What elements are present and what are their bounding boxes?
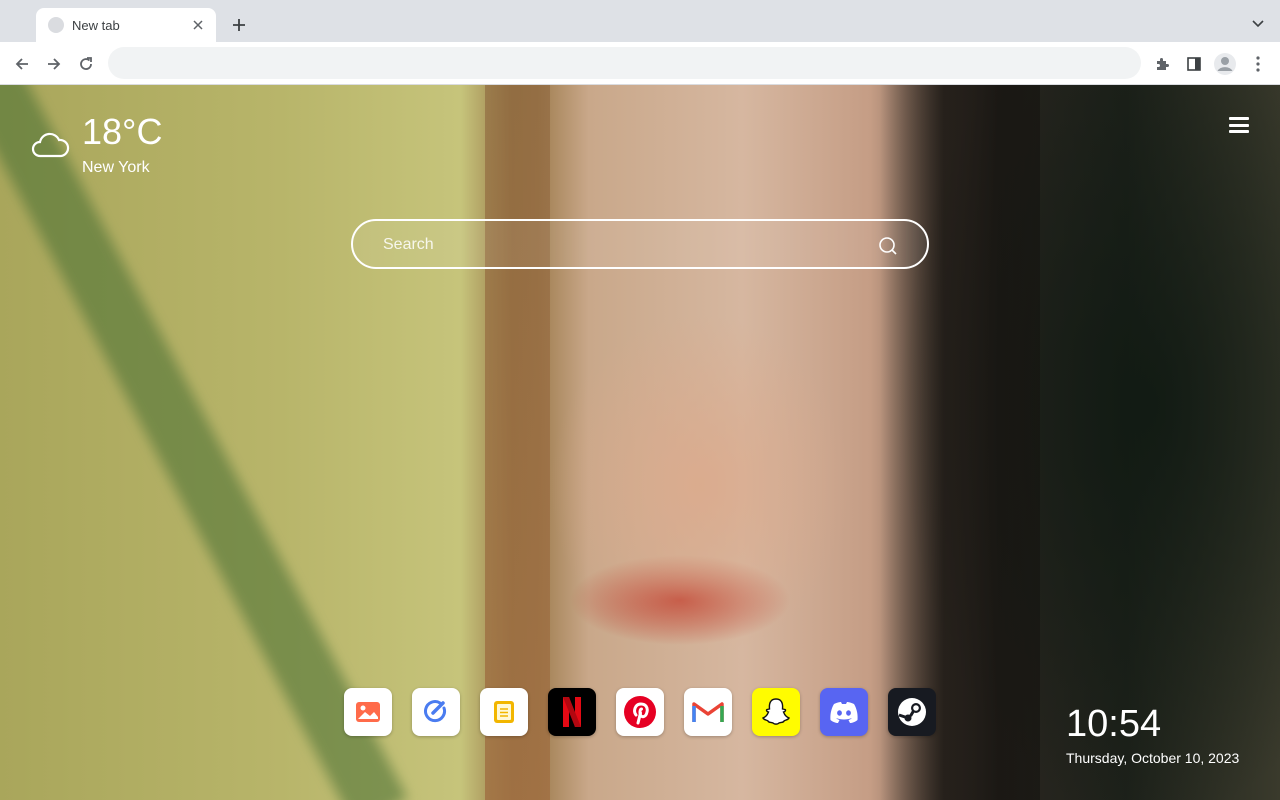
- weather-temperature: 18°C: [82, 111, 163, 152]
- check-circle-icon: [424, 700, 446, 723]
- app-dock: [344, 688, 936, 736]
- netflix-icon: [563, 697, 581, 727]
- kebab-menu-icon[interactable]: [1246, 52, 1270, 76]
- close-icon[interactable]: [190, 17, 206, 33]
- app-snapchat[interactable]: [752, 688, 800, 736]
- search-icon[interactable]: [877, 235, 899, 257]
- plus-icon[interactable]: [228, 14, 250, 36]
- gmail-icon: [692, 702, 724, 722]
- profile-icon[interactable]: [1213, 52, 1237, 76]
- clock-date: Thursday, October 10, 2023: [1066, 750, 1240, 766]
- pinterest-icon: [624, 696, 656, 728]
- weather-city: New York: [82, 159, 150, 176]
- app-discord[interactable]: [820, 688, 868, 736]
- cloud-icon: [30, 129, 70, 159]
- app-netflix[interactable]: [548, 688, 596, 736]
- search-box: [351, 219, 929, 269]
- app-photos[interactable]: [344, 688, 392, 736]
- steam-icon: [898, 698, 926, 726]
- discord-icon: [830, 702, 858, 723]
- snapchat-icon: [762, 698, 790, 725]
- new-tab-page: 18°C New York Search 10:54 Thursday, Oct…: [0, 85, 1280, 800]
- side-panel-icon[interactable]: [1182, 52, 1206, 76]
- app-gmail[interactable]: [684, 688, 732, 736]
- search-input[interactable]: [383, 233, 863, 257]
- address-bar[interactable]: [108, 47, 1141, 79]
- app-tasks[interactable]: [412, 688, 460, 736]
- back-arrow-icon[interactable]: [10, 52, 34, 76]
- notes-icon: [494, 701, 514, 723]
- image-icon: [356, 702, 380, 722]
- app-steam[interactable]: [888, 688, 936, 736]
- tab-title: New tab: [72, 17, 120, 33]
- chevron-down-icon[interactable]: [1248, 14, 1268, 34]
- forward-arrow-icon[interactable]: [42, 52, 66, 76]
- clock-time: 10:54: [1066, 703, 1162, 745]
- clock-widget: 10:54 Thursday, October 10, 2023: [1066, 703, 1239, 766]
- tab-new-tab[interactable]: New tab: [36, 8, 216, 42]
- browser-toolbar: [0, 42, 1280, 85]
- tab-strip: New tab: [0, 0, 1280, 42]
- favicon-icon: [48, 17, 64, 33]
- app-pinterest[interactable]: [616, 688, 664, 736]
- app-notes[interactable]: [480, 688, 528, 736]
- reload-icon[interactable]: [74, 52, 98, 76]
- puzzle-icon[interactable]: [1150, 52, 1174, 76]
- hamburger-menu-icon[interactable]: [1228, 115, 1250, 135]
